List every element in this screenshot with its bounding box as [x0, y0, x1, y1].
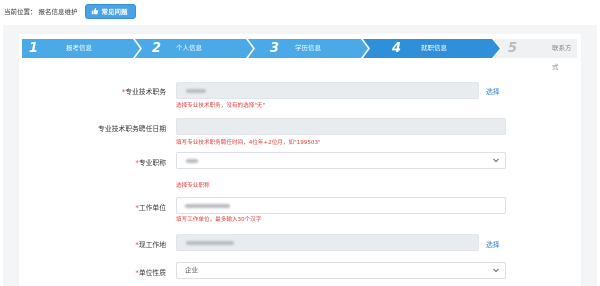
qualification-label: *专业职称 [135, 159, 166, 167]
work-location-value [186, 241, 234, 245]
chevron-down-icon [493, 268, 499, 273]
faq-button[interactable]: 常见问题 [84, 3, 136, 19]
work-location-label: *现工作地 [135, 241, 166, 249]
breadcrumb: 当前位置： 报名信息维护 常见问题 [4, 0, 600, 22]
work-location-select-link[interactable]: 选择 [486, 239, 500, 249]
step-5[interactable]: 5 联系方式 [494, 39, 577, 71]
step-2[interactable]: 2 个人信息 [135, 39, 246, 58]
step-5-label: 联系方式 [552, 44, 572, 71]
step-3-number: 3 [270, 41, 280, 56]
work-location-field[interactable] [176, 234, 479, 251]
work-unit-input[interactable] [176, 197, 506, 214]
faq-button-label: 常见问题 [101, 8, 128, 16]
chevron-down-icon [493, 158, 499, 163]
qualification-value [186, 159, 198, 163]
qualification-hint: 选择专业职称 [176, 183, 210, 189]
thumb-icon [91, 7, 98, 15]
step-1-label: 报考信息 [66, 44, 92, 52]
appoint-date-field[interactable] [176, 118, 506, 135]
step-3-label: 学历信息 [295, 44, 321, 52]
title-field[interactable] [176, 82, 479, 99]
work-unit-hint: 填写工作单位，最多输入30个汉字 [176, 217, 262, 223]
work-unit-label: *工作单位 [135, 204, 166, 212]
step-2-number: 2 [152, 41, 162, 56]
title-select-link[interactable]: 选择 [486, 86, 500, 96]
step-4[interactable]: 4 就职信息 [363, 39, 492, 58]
work-unit-value [185, 204, 230, 208]
unit-type-value: 企业 [185, 266, 198, 274]
unit-type-label: *单位性质 [135, 269, 166, 277]
title-value [186, 89, 206, 93]
qualification-select[interactable] [176, 152, 506, 169]
step-progress: 1 报考信息 2 个人信息 3 学历信息 4 就职信息 5 联系方式 [22, 39, 577, 71]
title-label: *专业技术职务 [121, 88, 166, 96]
title-hint: 选择专业技术职务，没有的选择"无" [176, 103, 266, 109]
appoint-date-label: 专业技术职务聘任日期 [98, 125, 166, 133]
step-5-number: 5 [508, 41, 518, 56]
step-1-number: 1 [29, 41, 39, 56]
step-4-label: 就职信息 [421, 44, 447, 52]
step-2-label: 个人信息 [176, 44, 202, 52]
step-4-number: 4 [392, 41, 402, 56]
unit-type-select[interactable]: 企业 [176, 262, 506, 279]
breadcrumb-prefix: 当前位置： [4, 8, 37, 16]
appoint-date-hint: 填写专业技术职务聘任时间，4位年+2位月，如"199503" [176, 140, 321, 146]
step-3[interactable]: 3 学历信息 [248, 39, 361, 58]
breadcrumb-current: 报名信息维护 [38, 8, 78, 16]
step-1[interactable]: 1 报考信息 [22, 39, 133, 58]
